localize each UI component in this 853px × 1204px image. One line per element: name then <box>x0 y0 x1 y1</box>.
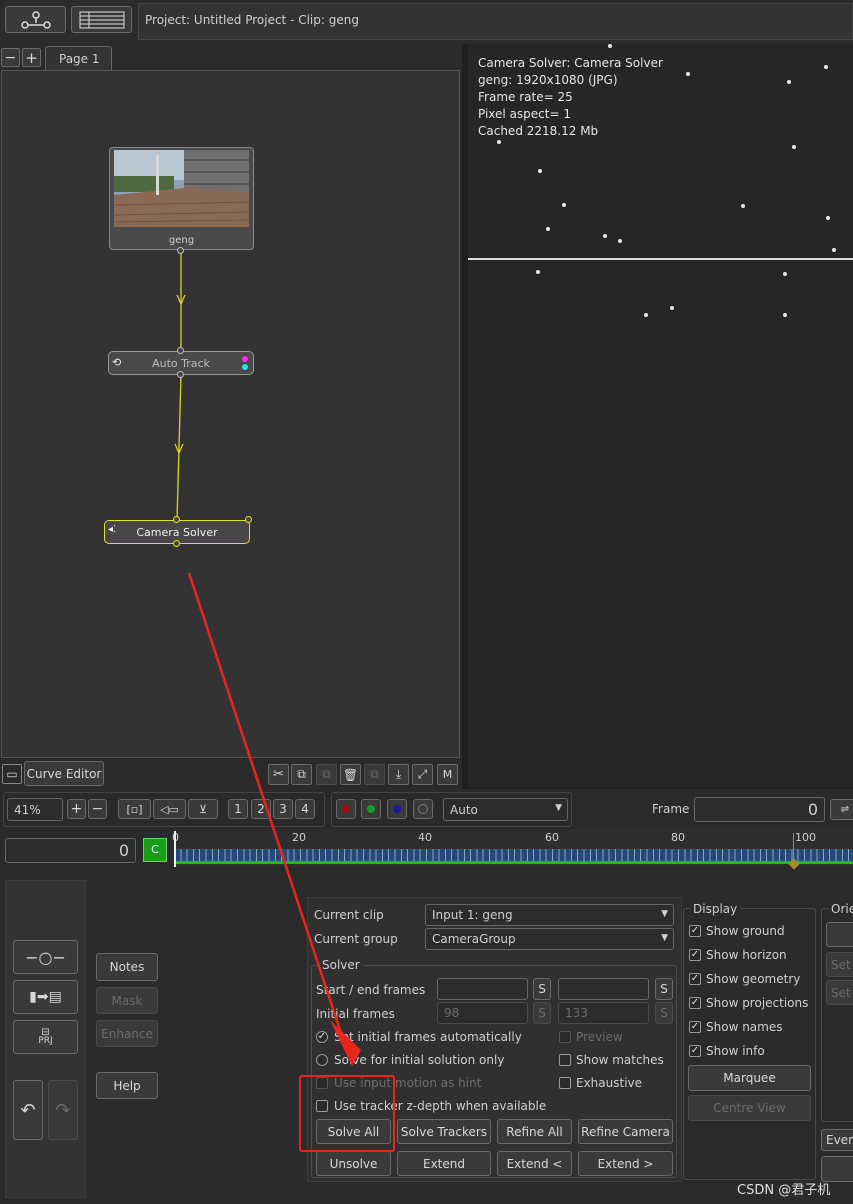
annotation-highlight-box <box>299 1075 395 1152</box>
annotation-arrow-line <box>187 572 347 1046</box>
annotation-arrow <box>187 572 361 1066</box>
annotation-arrowhead <box>330 1020 361 1066</box>
watermark: CSDN @君子机 <box>737 1183 831 1198</box>
